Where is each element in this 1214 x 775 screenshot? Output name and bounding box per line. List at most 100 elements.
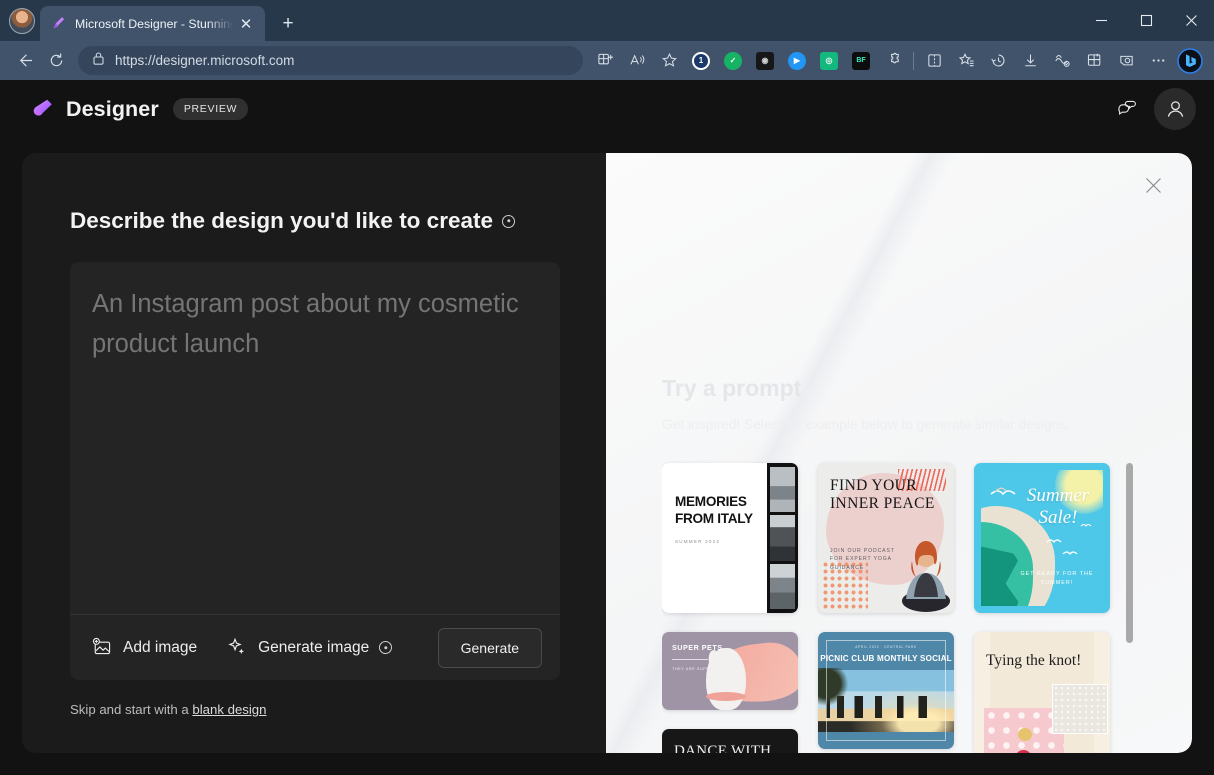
card-headline: DANCE WITH US! (674, 743, 772, 753)
template-grid: MEMORIES FROM ITALY SUMMER 2022 SUPER PE… (662, 293, 1134, 753)
prompt-box[interactable]: Add image Generate image Generate (70, 262, 560, 680)
photo (769, 563, 795, 609)
dark-extension-icon[interactable]: ◉ (749, 46, 781, 76)
favorites-icon[interactable] (950, 46, 982, 76)
history-icon[interactable] (982, 46, 1014, 76)
template-column: FIND YOUR INNER PEACE JOIN OUR PODCAST F… (818, 463, 954, 753)
refresh-icon[interactable] (40, 46, 72, 76)
toolbar-actions: 1 ✓ ◉ ▶ ◎ BF (589, 46, 1206, 76)
extensions-puzzle-icon[interactable] (877, 46, 909, 76)
blue-extension-icon[interactable]: ▶ (781, 46, 813, 76)
collections-icon[interactable] (1078, 46, 1110, 76)
template-card-memories-from-italy[interactable]: MEMORIES FROM ITALY SUMMER 2022 (662, 463, 798, 613)
split-pane-icon[interactable] (918, 46, 950, 76)
add-image-icon (92, 637, 111, 655)
tab-close-icon[interactable]: ✕ (233, 11, 259, 37)
designer-logo-icon (33, 99, 52, 116)
toolbar-divider (913, 51, 914, 70)
favorite-star-icon[interactable] (653, 46, 685, 76)
main-surface: Describe the design you'd like to create (22, 153, 1192, 753)
template-card-summer-sale[interactable]: Summer Sale! GET READY FOR THE SUMMER! (974, 463, 1110, 613)
card-headline: Tying the knot! (986, 652, 1082, 669)
close-icon[interactable] (1138, 170, 1168, 200)
brand-name: Designer (66, 96, 159, 121)
dog-collar (706, 692, 746, 701)
screenshot-icon[interactable] (1110, 46, 1142, 76)
card-text: MEMORIES FROM ITALY SUMMER 2022 (662, 463, 767, 613)
1password-icon[interactable]: 1 (685, 46, 717, 76)
card-headline: SUPER PETS (672, 643, 723, 652)
browser-essentials-icon[interactable] (1046, 46, 1078, 76)
template-card-dance-with-us[interactable]: DANCE WITH US! (662, 729, 798, 753)
checkmark-extension-icon[interactable]: ✓ (717, 46, 749, 76)
new-tab-button[interactable]: + (275, 11, 301, 37)
maximize-icon[interactable] (1124, 0, 1169, 41)
add-image-label: Add image (123, 638, 198, 656)
browser-titlebar: Microsoft Designer - Stunning de ✕ + (0, 0, 1214, 41)
card-sub: APRIL 2022 · CENTRAL PARK (855, 645, 917, 649)
flower (1018, 728, 1032, 741)
app-header: Designer PREVIEW (0, 80, 1214, 138)
split-screen-icon[interactable] (589, 46, 621, 76)
preview-badge: PREVIEW (172, 98, 249, 120)
settings-more-icon[interactable] (1142, 46, 1174, 76)
sparkle-icon (228, 637, 245, 654)
info-icon[interactable] (502, 214, 515, 228)
bf-extension-icon[interactable]: BF (845, 46, 877, 76)
account-avatar-icon[interactable] (1154, 88, 1196, 130)
window-controls (1079, 0, 1214, 41)
template-column: Summer Sale! GET READY FOR THE SUMMER! T… (974, 463, 1110, 753)
generate-button[interactable]: Generate (437, 627, 542, 668)
skip-text: Skip and start with a (70, 702, 189, 717)
profile-button[interactable] (4, 6, 40, 36)
template-card-tying-the-knot[interactable]: Tying the knot! Celebrating the happy co… (974, 632, 1110, 753)
template-column: MEMORIES FROM ITALY SUMMER 2022 SUPER PE… (662, 463, 798, 753)
info-icon[interactable] (379, 641, 393, 654)
browser-tab[interactable]: Microsoft Designer - Stunning de ✕ (40, 6, 265, 41)
card-sub: SUMMER 2022 (675, 539, 721, 544)
minimize-icon[interactable] (1079, 0, 1124, 41)
page-title-text: Describe the design you'd like to create (70, 208, 493, 233)
panel-scrollbar[interactable] (1126, 463, 1133, 753)
try-prompt-panel: Try a prompt Get inspired! Select an exa… (606, 153, 1192, 753)
prompt-panel: Describe the design you'd like to create (22, 153, 608, 753)
yoga-person-photo (902, 541, 950, 612)
scrollbar-thumb[interactable] (1126, 463, 1133, 643)
photo (769, 467, 795, 513)
designer-app: Designer PREVIEW Describe the design you… (0, 80, 1214, 775)
blank-design-link[interactable]: blank design (192, 702, 266, 717)
card-sub: THEY ARE SUPERHEROES (672, 666, 733, 671)
feedback-chat-icon[interactable] (1112, 94, 1142, 124)
card-sub: JOIN OUR PODCAST FOR EXPERT YOGA GUIDANC… (830, 548, 895, 571)
green-extension-icon[interactable]: ◎ (813, 46, 845, 76)
copilot-bing-icon[interactable] (1174, 46, 1206, 76)
back-icon[interactable] (8, 46, 40, 76)
designer-icon (53, 17, 65, 29)
profile-avatar (9, 8, 35, 34)
close-icon[interactable] (1169, 0, 1214, 41)
browser-window: Microsoft Designer - Stunning de ✕ + (0, 0, 1214, 775)
browser-toolbar: https://designer.microsoft.com 1 ✓ ◉ ▶ ◎… (0, 41, 1214, 80)
prompt-input[interactable] (70, 262, 560, 614)
photo-strip (766, 463, 798, 613)
card-headline: PICNIC CLUB MONTHLY SOCIAL (820, 654, 952, 663)
header-actions (1112, 88, 1196, 130)
read-aloud-icon[interactable] (621, 46, 653, 76)
template-card-picnic-club[interactable]: APRIL 2022 · CENTRAL PARK PICNIC CLUB MO… (818, 632, 954, 749)
tab-title: Microsoft Designer - Stunning de (75, 16, 233, 31)
add-image-button[interactable]: Add image (92, 637, 197, 658)
card-headline: Summer Sale! (1026, 485, 1090, 528)
url-text: https://designer.microsoft.com (115, 53, 295, 68)
card-sub: GET READY FOR THE SUMMER! (1020, 571, 1094, 586)
downloads-icon[interactable] (1014, 46, 1046, 76)
brand[interactable]: Designer (30, 97, 159, 122)
card-headline: FIND YOUR INNER PEACE (830, 477, 935, 512)
page-title: Describe the design you'd like to create (70, 208, 560, 234)
lock-icon (92, 51, 105, 71)
address-bar[interactable]: https://designer.microsoft.com (78, 46, 583, 75)
card-headline: MEMORIES FROM ITALY (675, 494, 753, 526)
skip-blank-design: Skip and start with a blank design (70, 702, 560, 717)
generate-image-button[interactable]: Generate image (227, 637, 393, 658)
template-card-super-pets[interactable]: SUPER PETS THEY ARE SUPERHEROES (662, 632, 798, 710)
template-card-find-your-inner-peace[interactable]: FIND YOUR INNER PEACE JOIN OUR PODCAST F… (818, 463, 954, 613)
